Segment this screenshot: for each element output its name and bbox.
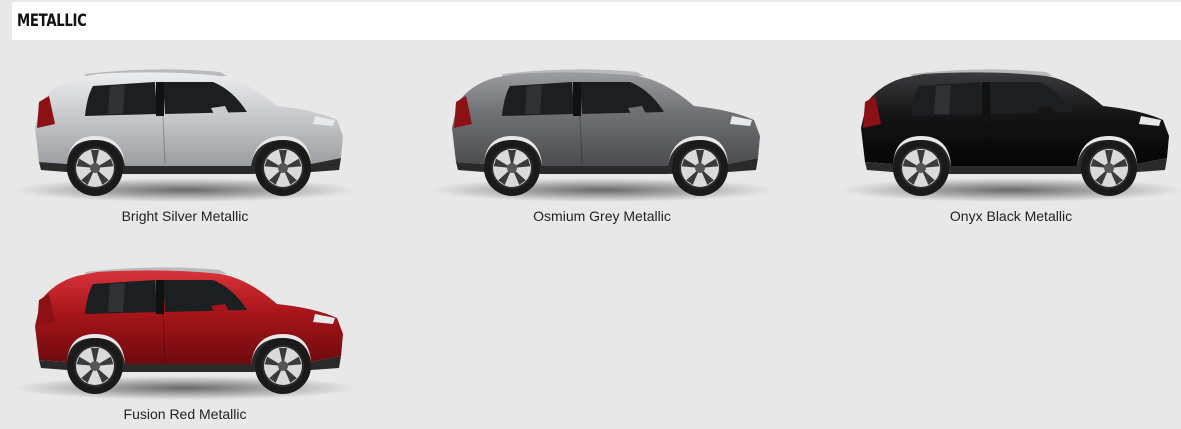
wheel bbox=[67, 338, 123, 394]
car-image bbox=[430, 69, 774, 202]
wheel bbox=[67, 140, 123, 196]
wheel bbox=[484, 140, 540, 196]
swatch-osmium-grey[interactable]: Osmium Grey Metallic bbox=[430, 66, 774, 236]
wheel bbox=[893, 140, 949, 196]
swatch-label: Bright Silver Metallic bbox=[121, 208, 249, 224]
car-image bbox=[13, 69, 357, 202]
wheel bbox=[255, 338, 311, 394]
swatch-label: Onyx Black Metallic bbox=[949, 208, 1073, 224]
wheel bbox=[1081, 140, 1137, 196]
swatch-label: Osmium Grey Metallic bbox=[533, 208, 671, 224]
section-header: METALLIC bbox=[12, 2, 1181, 40]
section-title: METALLIC bbox=[17, 11, 87, 31]
color-picker-page: METALLIC Bright Silver Metallic Osmium G… bbox=[0, 0, 1181, 429]
swatch-onyx-black[interactable]: Onyx Black Metallic bbox=[839, 66, 1181, 236]
swatch-bright-silver[interactable]: Bright Silver Metallic bbox=[13, 66, 357, 236]
car-image bbox=[839, 69, 1181, 202]
swatch-label: Fusion Red Metallic bbox=[123, 406, 247, 422]
wheel bbox=[255, 140, 311, 196]
car-image bbox=[13, 267, 357, 400]
swatch-fusion-red[interactable]: Fusion Red Metallic bbox=[13, 264, 357, 429]
wheel bbox=[672, 140, 728, 196]
